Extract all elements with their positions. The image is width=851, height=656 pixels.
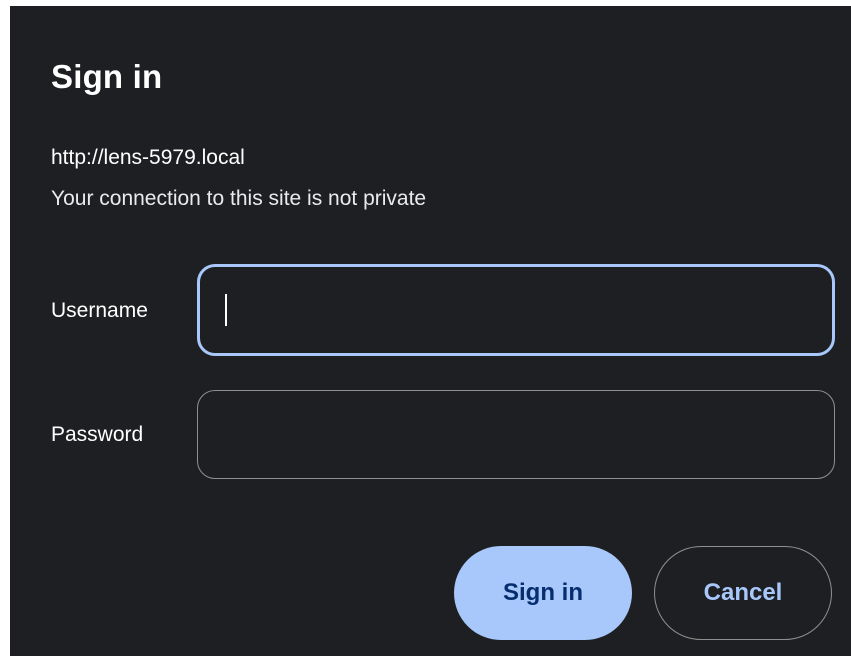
username-input[interactable] [197,264,835,356]
site-origin: http://lens-5979.local [51,146,245,169]
connection-warning: Your connection to this site is not priv… [51,187,427,210]
cancel-button[interactable]: Cancel [654,546,832,640]
sign-in-dialog: Sign in http://lens-5979.local Your conn… [10,6,851,656]
text-caret [225,294,227,326]
dialog-title: Sign in [51,58,163,95]
sign-in-button[interactable]: Sign in [454,546,632,640]
password-input[interactable] [197,390,835,479]
password-label: Password [51,423,144,446]
username-label: Username [51,299,148,322]
